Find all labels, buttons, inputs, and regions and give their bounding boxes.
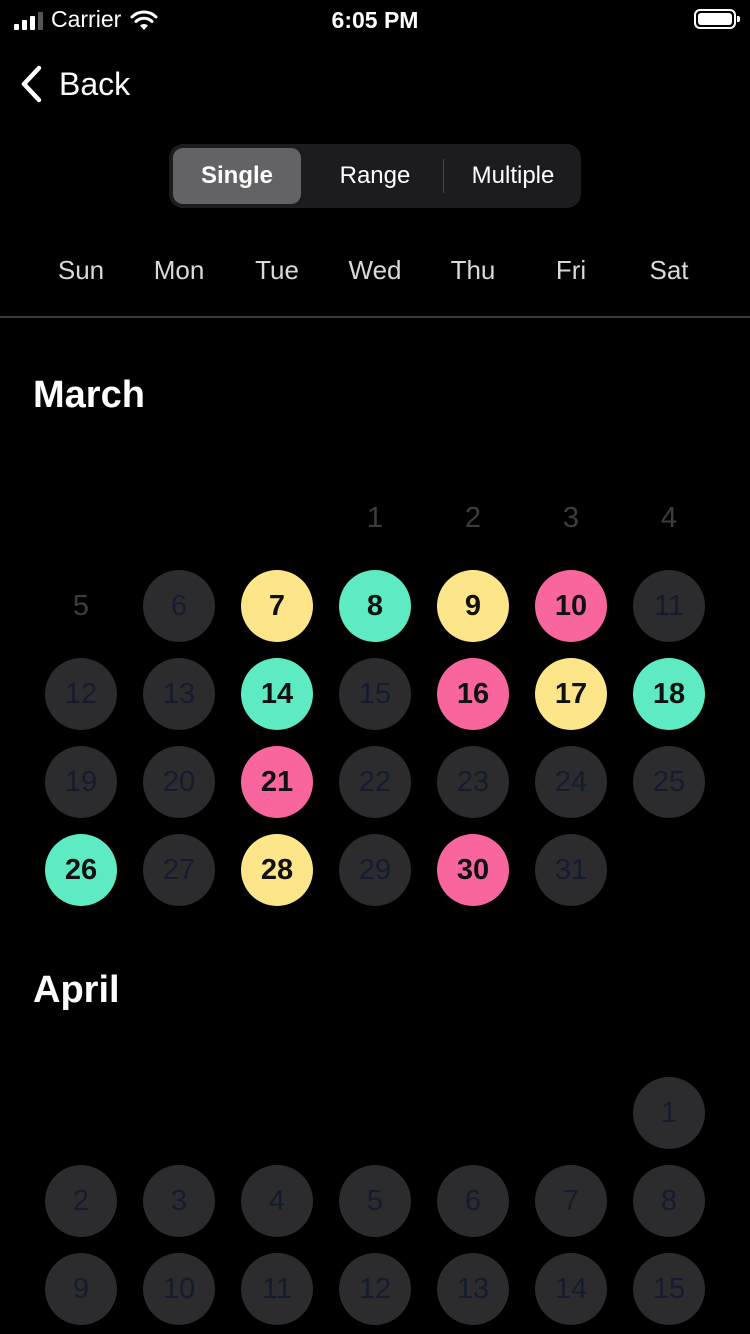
calendar-day[interactable]: 15 bbox=[339, 658, 411, 730]
calendar-day[interactable]: 9 bbox=[45, 1253, 117, 1325]
calendar-day[interactable]: 29 bbox=[339, 834, 411, 906]
calendar-day[interactable]: 12 bbox=[45, 658, 117, 730]
calendar-day[interactable]: 9 bbox=[437, 570, 509, 642]
status-time: 6:05 PM bbox=[331, 7, 419, 33]
calendar-day[interactable]: 17 bbox=[535, 658, 607, 730]
calendar-day[interactable]: 27 bbox=[143, 834, 215, 906]
calendar-day[interactable]: 28 bbox=[241, 834, 313, 906]
calendar-day[interactable]: 20 bbox=[143, 746, 215, 818]
calendar-day[interactable]: 6 bbox=[437, 1165, 509, 1237]
calendar-day: 5 bbox=[72, 589, 90, 622]
weekday-header: Sun Mon Tue Wed Thu Fri Sat bbox=[0, 249, 750, 293]
back-button[interactable]: Back bbox=[18, 62, 130, 106]
calendar-day[interactable]: 7 bbox=[241, 570, 313, 642]
calendar-day[interactable]: 10 bbox=[535, 570, 607, 642]
calendar-day[interactable]: 11 bbox=[633, 570, 705, 642]
calendar-day[interactable]: 11 bbox=[241, 1253, 313, 1325]
calendar-day[interactable]: 14 bbox=[241, 658, 313, 730]
weekday-sun: Sun bbox=[57, 255, 105, 285]
calendar-day[interactable]: 6 bbox=[143, 570, 215, 642]
calendar-day[interactable]: 5 bbox=[339, 1165, 411, 1237]
weekday-mon: Mon bbox=[153, 255, 205, 285]
calendar-day[interactable]: 2 bbox=[45, 1165, 117, 1237]
calendar-day[interactable]: 8 bbox=[339, 570, 411, 642]
calendar-day[interactable]: 3 bbox=[143, 1165, 215, 1237]
segment-single[interactable]: Single bbox=[173, 148, 301, 204]
selection-mode-control: Single Range Multiple bbox=[169, 144, 581, 208]
month-title-april: April bbox=[33, 969, 120, 1011]
calendar-day[interactable]: 13 bbox=[437, 1253, 509, 1325]
calendar-day[interactable]: 4 bbox=[241, 1165, 313, 1237]
calendar-day[interactable]: 18 bbox=[633, 658, 705, 730]
calendar-day[interactable]: 23 bbox=[437, 746, 509, 818]
segment-divider bbox=[443, 159, 444, 193]
weekday-sat: Sat bbox=[649, 255, 689, 285]
weekday-fri: Fri bbox=[555, 255, 587, 285]
calendar-day[interactable]: 12 bbox=[339, 1253, 411, 1325]
calendar-day[interactable]: 8 bbox=[633, 1165, 705, 1237]
header-divider bbox=[0, 316, 750, 318]
segment-multiple[interactable]: Multiple bbox=[449, 148, 577, 204]
calendar-day: 4 bbox=[660, 501, 678, 534]
calendar-day: 2 bbox=[464, 501, 482, 534]
weekday-wed: Wed bbox=[348, 255, 402, 285]
calendar-day[interactable]: 25 bbox=[633, 746, 705, 818]
calendar-day: 3 bbox=[562, 501, 580, 534]
calendar-day[interactable]: 19 bbox=[45, 746, 117, 818]
calendar-day[interactable]: 26 bbox=[45, 834, 117, 906]
back-label: Back bbox=[59, 65, 131, 102]
calendar-day[interactable]: 10 bbox=[143, 1253, 215, 1325]
status-bar: Carrier 6:05 PM bbox=[0, 0, 750, 40]
segment-range[interactable]: Range bbox=[311, 148, 439, 204]
calendar-day[interactable]: 21 bbox=[241, 746, 313, 818]
weekday-thu: Thu bbox=[450, 255, 496, 285]
calendar-day[interactable]: 22 bbox=[339, 746, 411, 818]
calendar-day[interactable]: 1 bbox=[633, 1077, 705, 1149]
calendar-day[interactable]: 24 bbox=[535, 746, 607, 818]
calendar-day[interactable]: 13 bbox=[143, 658, 215, 730]
weekday-tue: Tue bbox=[255, 255, 299, 285]
chevron-left-icon bbox=[21, 65, 42, 103]
calendar-day[interactable]: 31 bbox=[535, 834, 607, 906]
calendar-day[interactable]: 16 bbox=[437, 658, 509, 730]
calendar-day[interactable]: 7 bbox=[535, 1165, 607, 1237]
calendar-day[interactable]: 30 bbox=[437, 834, 509, 906]
battery-icon bbox=[694, 9, 740, 29]
calendar-day: 1 bbox=[366, 501, 384, 534]
calendar-day[interactable]: 15 bbox=[633, 1253, 705, 1325]
calendar-day[interactable]: 14 bbox=[535, 1253, 607, 1325]
month-title-march: March bbox=[33, 374, 145, 416]
